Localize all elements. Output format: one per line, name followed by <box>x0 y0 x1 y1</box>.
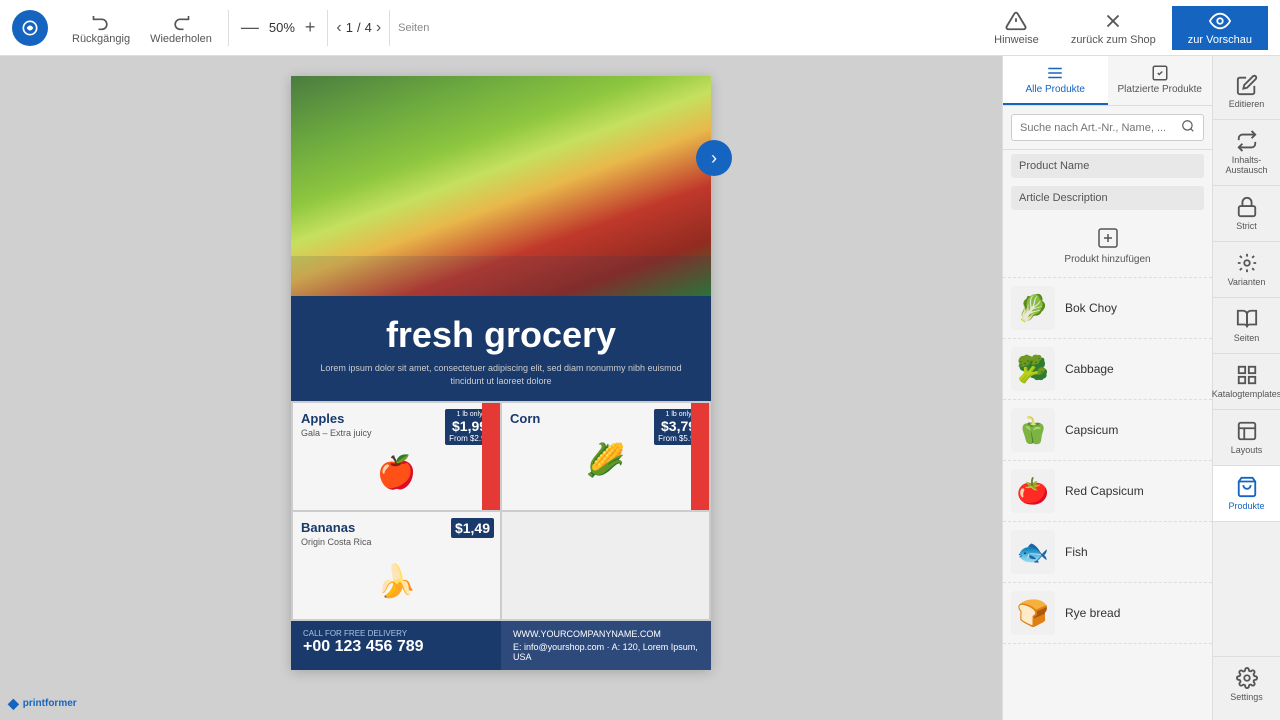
product-card-bananas: $1,49 Bananas Origin Costa Rica 🍌 <box>293 512 500 619</box>
app-logo <box>12 10 48 46</box>
footer-website: WWW.YOURCOMPANYNAME.COM <box>513 629 699 639</box>
product-card-empty <box>502 512 709 619</box>
toolbar-right: Hinweise zurück zum Shop zur Vorschau <box>978 6 1268 50</box>
canvas-area: › 🛒 SUPERSHOP slogan goes here <box>0 56 1002 720</box>
bananas-sub: Origin Costa Rica <box>301 537 492 547</box>
main-content: › 🛒 SUPERSHOP slogan goes here <box>0 56 1280 720</box>
add-product-label: Produkt hinzufügen <box>1064 254 1150 265</box>
list-item[interactable]: 🫑 Capsicum <box>1003 400 1212 461</box>
product-name: Fish <box>1065 545 1088 559</box>
printformer-brand: ◆ printformer <box>8 695 77 712</box>
footer-call-label: CALL FOR FREE DELIVERY <box>303 629 489 638</box>
icon-bar: Editieren Inhalts-Austausch Strict Varia… <box>1212 56 1280 720</box>
list-item[interactable]: 🥬 Bok Choy <box>1003 278 1212 339</box>
seiten-button[interactable]: Seiten <box>1213 298 1280 354</box>
list-item[interactable]: 🍞 Rye bread <box>1003 583 1212 644</box>
product-name: Bok Choy <box>1065 301 1117 315</box>
product-thumbnail: 🐟 <box>1011 530 1055 574</box>
redo-button[interactable]: Wiederholen <box>142 7 220 49</box>
apples-image: 🍎 <box>301 442 492 502</box>
produkte-button[interactable]: Produkte <box>1213 466 1280 522</box>
bananas-image: 🍌 <box>301 551 492 611</box>
page-group: ‹ 1 / 4 › <box>336 19 381 37</box>
preview-button[interactable]: zur Vorschau <box>1172 6 1268 50</box>
products-panel: Alle Produkte Platzierte Produkte Produc… <box>1002 56 1212 720</box>
collapse-panel-button[interactable]: › <box>696 140 732 176</box>
panel-product-list: 🥬 Bok Choy 🥦 Cabbage 🫑 Capsicum 🍅 Red Ca… <box>1003 278 1212 720</box>
product-name: Rye bread <box>1065 606 1120 620</box>
flyer-products-grid: 1 lb only $1,99 From $2.99 Apples Gala –… <box>291 401 711 621</box>
hints-button[interactable]: Hinweise <box>978 6 1055 50</box>
pages-label: Seiten <box>398 22 429 34</box>
list-item[interactable]: 🥦 Cabbage <box>1003 339 1212 400</box>
footer-address: E: info@yourshop.com · A: 120, Lorem Ips… <box>513 642 699 662</box>
flyer-header-image: 🛒 SUPERSHOP slogan goes here <box>291 76 711 296</box>
footer-phone: +00 123 456 789 <box>303 638 489 656</box>
list-item[interactable]: 🐟 Fish <box>1003 522 1212 583</box>
footer-left: CALL FOR FREE DELIVERY +00 123 456 789 <box>291 621 501 670</box>
flyer-title-bar: fresh grocery Lorem ipsum dolor sit amet… <box>291 296 711 401</box>
product-thumbnail: 🥬 <box>1011 286 1055 330</box>
divider <box>228 10 229 46</box>
filter-article-description[interactable]: Article Description <box>1011 186 1204 210</box>
product-name: Cabbage <box>1065 362 1114 376</box>
flyer-lorem: Lorem ipsum dolor sit amet, consectetuer… <box>311 362 691 387</box>
katalog-button[interactable]: Katalogtemplates <box>1213 354 1280 410</box>
divider3 <box>389 10 390 46</box>
toolbar: Rückgängig Wiederholen — 50% + ‹ 1 / 4 ›… <box>0 0 1280 56</box>
flyer-headline: fresh grocery <box>311 314 691 356</box>
list-item[interactable]: 🍅 Red Capsicum <box>1003 461 1212 522</box>
page-prev-button[interactable]: ‹ <box>336 19 341 37</box>
search-input[interactable] <box>1020 122 1181 134</box>
page-next-button[interactable]: › <box>376 19 381 37</box>
panel-tabs: Alle Produkte Platzierte Produkte <box>1003 56 1212 106</box>
tab-placed-products[interactable]: Platzierte Produkte <box>1108 56 1213 105</box>
strict-button[interactable]: Strict <box>1213 186 1280 242</box>
zoom-increase-button[interactable]: + <box>301 17 320 38</box>
zoom-group: — 50% + <box>237 17 320 38</box>
panel-search <box>1003 106 1212 150</box>
product-thumbnail: 🍅 <box>1011 469 1055 513</box>
product-thumbnail: 🥦 <box>1011 347 1055 391</box>
product-thumbnail: 🍞 <box>1011 591 1055 635</box>
add-product-button[interactable]: Produkt hinzufügen <box>1003 214 1212 278</box>
undo-button[interactable]: Rückgängig <box>64 7 138 49</box>
divider2 <box>327 10 328 46</box>
product-thumbnail: 🫑 <box>1011 408 1055 452</box>
apples-side-strip <box>482 403 500 510</box>
current-page: 1 <box>346 20 353 35</box>
filter-product-name[interactable]: Product Name <box>1011 154 1204 178</box>
flyer: 🛒 SUPERSHOP slogan goes here fresh groce… <box>291 76 711 670</box>
product-card-corn: 1 lb only $3,79 From $5.99 Corn 🌽 <box>502 403 709 510</box>
zoom-decrease-button[interactable]: — <box>237 17 263 38</box>
flyer-footer: CALL FOR FREE DELIVERY +00 123 456 789 W… <box>291 621 711 670</box>
inhalts-austausch-button[interactable]: Inhalts-Austausch <box>1213 120 1280 186</box>
product-name: Red Capsicum <box>1065 484 1144 498</box>
varianten-button[interactable]: Varianten <box>1213 242 1280 298</box>
product-card-apples: 1 lb only $1,99 From $2.99 Apples Gala –… <box>293 403 500 510</box>
corn-side-strip <box>691 403 709 510</box>
search-button[interactable] <box>1181 119 1195 136</box>
editieren-button[interactable]: Editieren <box>1213 64 1280 120</box>
settings-button[interactable]: Settings <box>1213 656 1280 712</box>
total-pages: 4 <box>365 20 372 35</box>
footer-right: WWW.YOURCOMPANYNAME.COM E: info@yourshop… <box>501 621 711 670</box>
tab-all-products[interactable]: Alle Produkte <box>1003 56 1108 105</box>
zoom-value: 50% <box>269 20 295 35</box>
back-shop-button[interactable]: zurück zum Shop <box>1055 6 1172 50</box>
bananas-price-badge: $1,49 <box>451 518 494 538</box>
search-input-wrap <box>1011 114 1204 141</box>
layouts-button[interactable]: Layouts <box>1213 410 1280 466</box>
product-name: Capsicum <box>1065 423 1118 437</box>
